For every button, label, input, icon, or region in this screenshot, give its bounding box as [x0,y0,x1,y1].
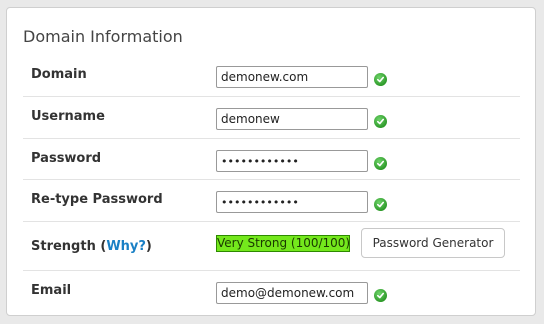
password-generator-button[interactable]: Password Generator [361,228,505,258]
retype-password-valid-check-icon [374,198,387,211]
username-label: Username [31,109,105,124]
password-label: Password [31,151,102,166]
password-row: Password [23,138,520,180]
username-input[interactable] [216,108,368,130]
email-valid-check-icon [374,289,387,302]
strength-label-close: ) [145,239,152,254]
domain-row: Domain [23,54,520,97]
password-input[interactable] [216,150,368,172]
domain-input[interactable] [216,66,368,88]
why-link[interactable]: Why? [106,239,146,254]
domain-information-panel: Domain Information Domain Username Passw… [6,7,536,316]
password-valid-check-icon [374,157,387,170]
email-row: Email [23,270,520,314]
username-row: Username [23,96,520,139]
retype-password-label: Re-type Password [31,192,163,207]
email-input[interactable] [216,282,368,304]
domain-valid-check-icon [374,73,387,86]
strength-label-text: Strength ( [31,239,107,254]
domain-label: Domain [31,67,87,82]
retype-password-row: Re-type Password [23,179,520,222]
password-strength-meter: Very Strong (100/100) [216,235,351,252]
email-label: Email [31,283,72,298]
username-valid-check-icon [374,115,387,128]
strength-label: Strength (Why?) [31,239,152,254]
strength-row: Strength (Why?) Very Strong (100/100) Pa… [23,221,520,271]
retype-password-input[interactable] [216,191,368,213]
panel-title: Domain Information [23,27,183,46]
